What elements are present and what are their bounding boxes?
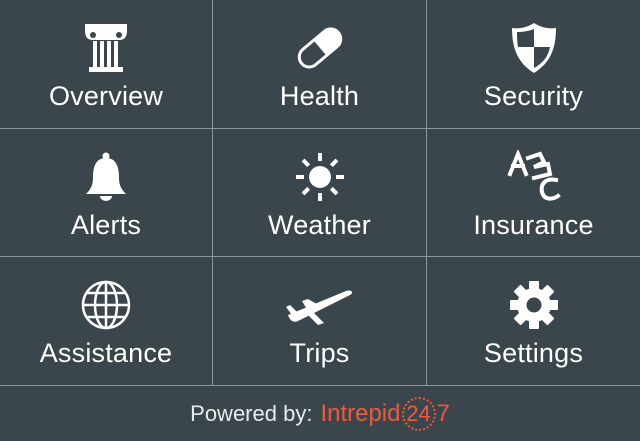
tile-label: Assistance <box>39 338 173 368</box>
tile-assistance[interactable]: Assistance <box>0 257 213 386</box>
pill-icon <box>280 18 360 78</box>
tile-label: Alerts <box>70 210 142 240</box>
tile-weather[interactable]: Weather <box>213 129 427 257</box>
tile-label: Weather <box>268 210 371 240</box>
brand-number: 24 <box>401 396 436 431</box>
menu-grid: Overview Health Security Alerts Weather … <box>0 0 640 386</box>
brand-suffix: 7 <box>436 399 450 427</box>
tile-settings[interactable]: Settings <box>427 257 640 386</box>
column-icon <box>66 18 146 78</box>
footer: Powered by: Intrepid 24 7 <box>0 386 640 441</box>
tile-alerts[interactable]: Alerts <box>0 129 213 257</box>
tile-label: Health <box>279 81 360 111</box>
shield-icon <box>494 18 574 78</box>
tile-health[interactable]: Health <box>213 0 427 129</box>
airplane-icon <box>280 275 360 335</box>
tile-trips[interactable]: Trips <box>213 257 427 386</box>
powered-by-label: Powered by: <box>190 400 313 426</box>
tile-label: Insurance <box>473 210 594 240</box>
tile-insurance[interactable]: Insurance <box>427 129 640 257</box>
sun-icon <box>280 147 360 207</box>
bell-icon <box>66 147 146 207</box>
tile-label: Settings <box>483 338 584 368</box>
tile-label: Overview <box>48 81 164 111</box>
tile-overview[interactable]: Overview <box>0 0 213 129</box>
tile-label: Trips <box>289 338 350 368</box>
tile-label: Security <box>483 81 584 111</box>
tile-security[interactable]: Security <box>427 0 640 129</box>
brand-logo: Intrepid 24 7 <box>320 396 450 431</box>
globe-icon <box>66 275 146 335</box>
brand-name: Intrepid <box>320 399 401 427</box>
abc-blocks-icon <box>494 147 574 207</box>
gear-icon <box>494 275 574 335</box>
